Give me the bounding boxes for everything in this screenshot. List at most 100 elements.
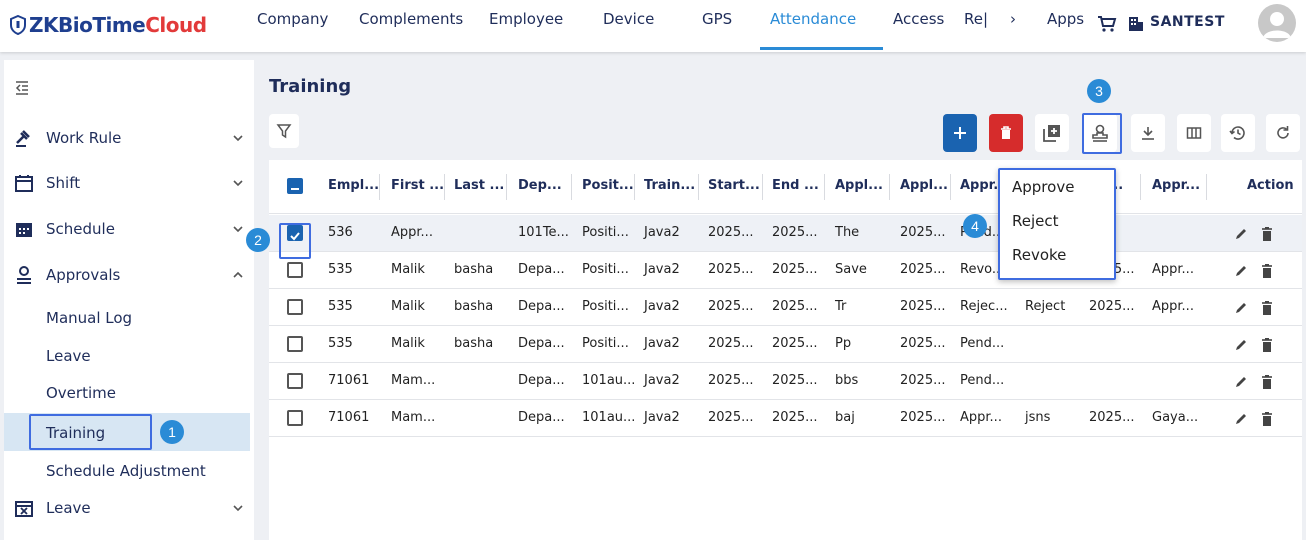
nav-attendance[interactable]: Attendance [770,10,856,32]
collapse-menu-icon[interactable] [14,80,30,96]
column-divider[interactable] [950,174,951,200]
table-row[interactable]: 71061 Mam... Depa... 101au... Java2 2025... 20… [269,363,1302,400]
select-all-checkbox[interactable] [287,178,303,194]
column-header-start[interactable]: Start... [708,178,760,193]
calendar-grid-icon [16,223,32,237]
edit-pencil-icon[interactable] [1233,411,1249,427]
column-header-approver[interactable]: Appr... [1152,178,1200,193]
nav-reports-truncated[interactable]: Re| [964,10,988,32]
nav-access[interactable]: Access [893,10,944,32]
delete-trash-icon[interactable] [1259,337,1275,353]
cell-apply-reason: bbs [835,373,859,388]
column-divider[interactable] [444,174,445,200]
column-header-first-name[interactable]: First ... [391,178,444,193]
column-header-department[interactable]: Dep... [518,178,562,193]
column-header-last-name[interactable]: Last ... [454,178,504,193]
cell-employee: 71061 [328,373,370,388]
table-row[interactable]: 536 Appr... 101Te... Positi... Java2 2025... 2… [269,215,1302,252]
table-row[interactable]: 535 Malik basha Depa... Positi... Java2 2025..… [269,326,1302,363]
sidebar-item-leave[interactable]: Leave [46,347,91,365]
column-divider[interactable] [634,174,635,200]
cell-employee: 535 [328,299,353,314]
sidebar-item-leave-group[interactable]: Leave [4,491,254,525]
cell-employee: 536 [328,225,353,240]
delete-trash-icon[interactable] [1259,226,1275,242]
cell-first-name: Mam... [391,373,436,388]
row-checkbox[interactable] [287,410,303,426]
export-button[interactable] [1131,114,1165,152]
column-divider[interactable] [379,174,380,200]
column-header-end[interactable]: End ... [772,178,819,193]
delete-trash-icon[interactable] [1259,300,1275,316]
sidebar-item-schedule-adjustment[interactable]: Schedule Adjustment [46,462,206,480]
cell-approver-remark: jsns [1025,410,1051,425]
delete-trash-icon[interactable] [1259,411,1275,427]
chevron-up-icon [233,271,243,278]
column-divider[interactable] [889,174,890,200]
column-divider[interactable] [1140,174,1141,200]
sidebar-item-schedule[interactable]: Schedule [4,212,254,246]
cell-training: Java2 [644,225,680,240]
edit-pencil-icon[interactable] [1233,300,1249,316]
batch-add-button[interactable] [1035,114,1069,152]
company-name[interactable]: SANTEST [1150,14,1225,30]
sidebar-item-approvals[interactable]: Approvals [4,258,254,292]
user-stamp-icon [17,266,31,284]
nav-gps[interactable]: GPS [702,10,732,32]
app-logo[interactable]: ZKBioTime Cloud [10,12,207,38]
user-avatar-icon [1263,12,1291,38]
nav-scroll-right[interactable]: › [1010,10,1016,32]
refresh-button[interactable] [1266,114,1300,152]
cell-employee: 535 [328,336,353,351]
row-checkbox[interactable] [287,299,303,315]
edit-pencil-icon[interactable] [1233,337,1249,353]
column-header-training[interactable]: Train... [644,178,695,193]
menu-item-approve[interactable]: Approve [1012,178,1074,196]
delete-trash-icon[interactable] [1259,374,1275,390]
nav-apps[interactable]: Apps [1047,10,1084,32]
column-divider[interactable] [571,174,572,200]
row-checkbox[interactable] [287,336,303,352]
column-header-position[interactable]: Posit... [582,178,634,193]
delete-trash-icon[interactable] [1259,263,1275,279]
view-column-icon [1186,127,1202,139]
column-divider[interactable] [824,174,825,200]
column-divider[interactable] [762,174,763,200]
user-avatar[interactable] [1258,4,1296,42]
table-row[interactable]: 535 Malik basha Depa... Positi... Java2 2025..… [269,252,1302,289]
history-button[interactable] [1221,114,1255,152]
nav-company[interactable]: Company [257,10,328,32]
cell-first-name: Malik [391,262,425,277]
add-button[interactable] [943,114,977,152]
calendar-x-icon [15,501,33,517]
table-row[interactable]: 535 Malik basha Depa... Positi... Java2 2025..… [269,289,1302,326]
cart-icon[interactable] [1097,14,1117,34]
menu-item-revoke[interactable]: Revoke [1012,246,1066,264]
sidebar-item-overtime[interactable]: Overtime [46,384,116,402]
delete-button[interactable] [989,114,1023,152]
edit-pencil-icon[interactable] [1233,374,1249,390]
row-checkbox[interactable] [287,373,303,389]
column-header-apply-reason[interactable]: Appl... [835,178,883,193]
edit-pencil-icon[interactable] [1233,226,1249,242]
column-divider[interactable] [506,174,507,200]
nav-complements[interactable]: Complements [359,10,463,32]
sidebar-item-work-rule[interactable]: Work Rule [4,121,254,155]
nav-employee[interactable]: Employee [489,10,563,32]
column-header-employee[interactable]: Empl... [328,178,379,193]
table-row[interactable]: 71061 Mam... Depa... 101au... Java2 2025... 20… [269,400,1302,437]
cell-training: Java2 [644,373,680,388]
row-checkbox[interactable] [287,262,303,278]
sidebar-item-shift[interactable]: Shift [4,166,254,200]
filter-button[interactable] [269,114,299,148]
edit-pencil-icon[interactable] [1233,263,1249,279]
cell-apply-time: 2025... [900,373,946,388]
column-header-apply-time[interactable]: Appl... [900,178,948,193]
menu-item-reject[interactable]: Reject [1012,212,1059,230]
cell-end: 2025... [772,299,818,314]
sidebar-item-manual-log[interactable]: Manual Log [46,309,132,327]
nav-device[interactable]: Device [603,10,654,32]
columns-button[interactable] [1177,114,1211,152]
column-divider[interactable] [698,174,699,200]
column-divider[interactable] [1206,174,1207,200]
